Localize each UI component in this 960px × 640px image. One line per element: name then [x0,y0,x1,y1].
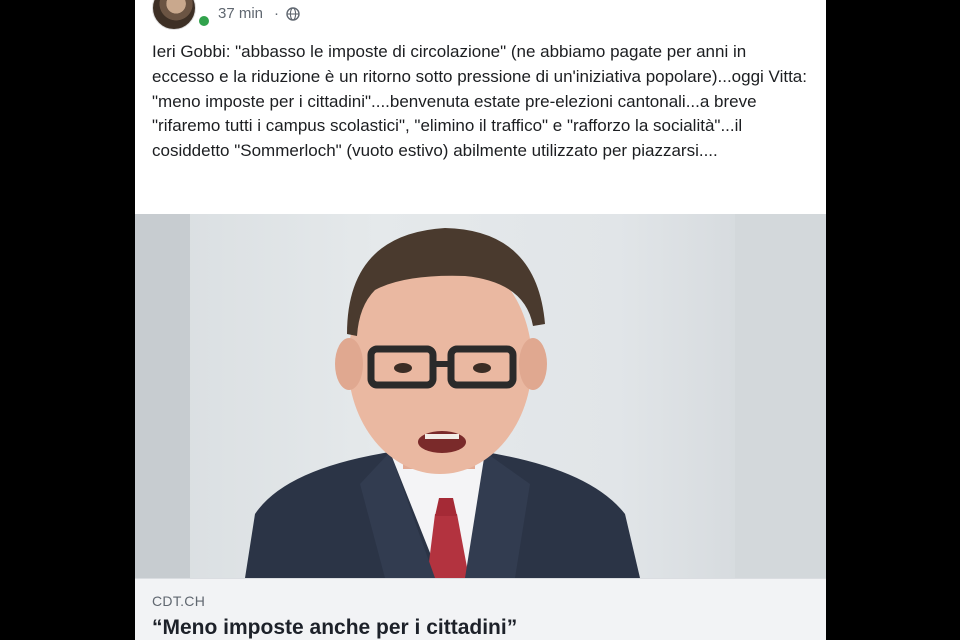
avatar[interactable] [152,0,196,30]
post-card: 37 min · Ieri Gobbi: "abbasso le imposte… [135,0,826,640]
globe-icon[interactable] [286,7,300,21]
link-preview-image[interactable] [135,214,826,578]
online-status-dot [197,14,211,28]
link-preview-meta[interactable]: CDT.CH “Meno imposte anche per i cittadi… [135,578,826,640]
person-photo [135,214,826,578]
post-timestamp[interactable]: 37 min [218,5,263,22]
post-body-text: Ieri Gobbi: "abbasso le imposte di circo… [152,42,807,161]
post-header: 37 min · [135,0,826,40]
link-title[interactable]: “Meno imposte anche per i cittadini” [152,616,517,640]
link-domain: CDT.CH [152,593,206,609]
meta-separator: · [274,5,279,22]
